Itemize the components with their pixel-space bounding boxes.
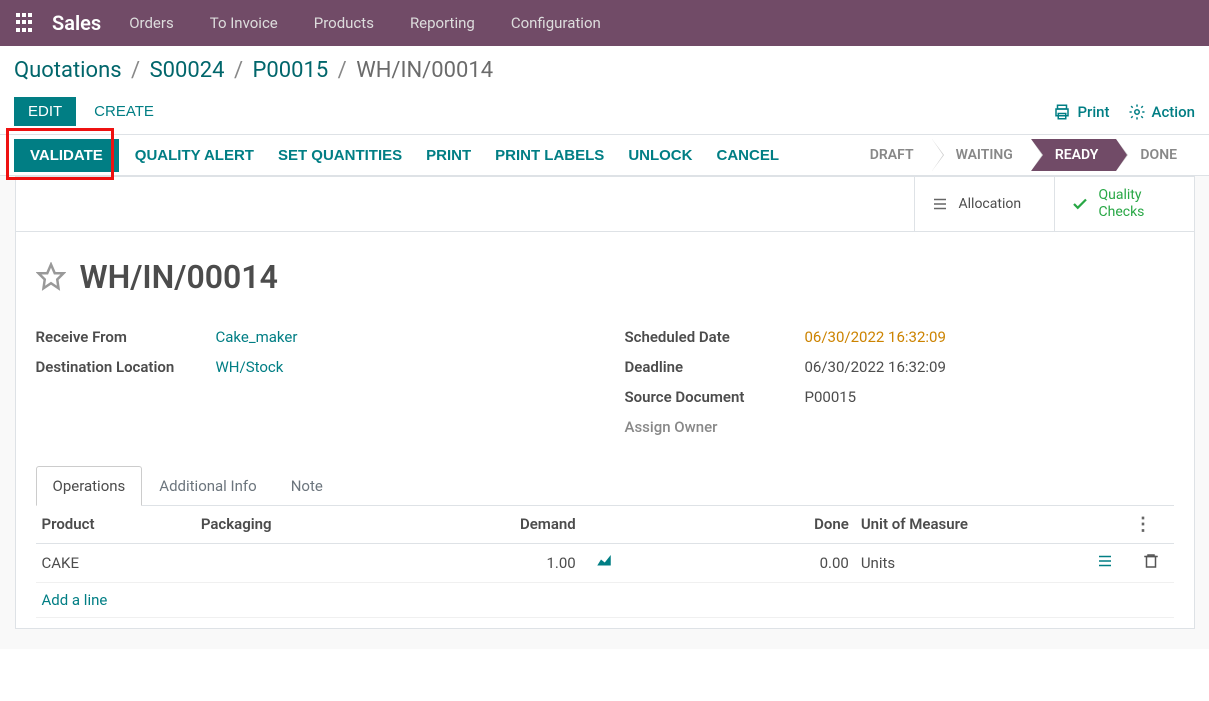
crumb-s00024[interactable]: S00024 (150, 58, 225, 83)
col-chart-spacer (582, 506, 628, 544)
stat-buttons: Allocation Quality Checks (16, 177, 1194, 232)
crumb-p00015[interactable]: P00015 (253, 58, 329, 83)
forecast-button[interactable] (582, 543, 628, 582)
create-button[interactable]: CREATE (80, 97, 168, 126)
gear-icon (1128, 103, 1146, 121)
title-row: WH/IN/00014 (36, 258, 1174, 296)
receive-from-value[interactable]: Cake_maker (216, 328, 298, 346)
cell-demand: 1.00 (445, 543, 582, 582)
receive-from-label: Receive From (36, 328, 216, 346)
destination-label: Destination Location (36, 358, 216, 376)
destination-value[interactable]: WH/Stock (216, 358, 284, 376)
tab-note[interactable]: Note (274, 466, 340, 505)
kebab-icon: ⋮ (1134, 514, 1152, 535)
list-icon (931, 195, 949, 213)
detail-list-icon (1096, 552, 1114, 570)
col-kebab[interactable]: ⋮ (1128, 506, 1174, 544)
col-uom: Unit of Measure (855, 506, 1083, 544)
toolbar: EDIT CREATE Print Action (14, 97, 1195, 126)
nav-reporting[interactable]: Reporting (410, 14, 475, 32)
status-bar: VALIDATE QUALITY ALERT SET QUANTITIES PR… (0, 134, 1209, 176)
cell-packaging (195, 543, 445, 582)
col-demand: Demand (445, 506, 582, 544)
tab-additional-info[interactable]: Additional Info (142, 466, 273, 505)
unlock-button[interactable]: UNLOCK (616, 135, 704, 175)
deadline-label: Deadline (625, 358, 805, 376)
scheduled-date-value: 06/30/2022 16:32:09 (805, 328, 946, 346)
breadcrumb: Quotations / S00024 / P00015 / WH/IN/000… (14, 58, 1195, 83)
star-icon[interactable] (36, 262, 66, 292)
print-action[interactable]: Print (1053, 103, 1109, 121)
cancel-button[interactable]: CANCEL (704, 135, 791, 175)
crumb-quotations[interactable]: Quotations (14, 58, 122, 83)
scheduled-date-label: Scheduled Date (625, 328, 805, 346)
cell-product: CAKE (36, 543, 195, 582)
print-labels-button[interactable]: PRINT LABELS (483, 135, 616, 175)
crumb-current: WH/IN/00014 (356, 58, 493, 83)
add-line-link[interactable]: Add a line (36, 582, 1174, 617)
source-doc-label: Source Document (625, 388, 805, 406)
doc-title: WH/IN/00014 (80, 258, 278, 296)
sheet-wrap: Allocation Quality Checks WH/IN/00014 Re… (0, 176, 1209, 649)
quality-checks-stat-button[interactable]: Quality Checks (1054, 177, 1194, 231)
check-icon (1071, 195, 1089, 213)
status-stages: DRAFT WAITING READY DONE (846, 135, 1195, 175)
print-button[interactable]: PRINT (414, 135, 483, 175)
trash-icon (1142, 552, 1160, 570)
print-icon (1053, 103, 1071, 121)
edit-button[interactable]: EDIT (14, 97, 76, 126)
assign-owner-label: Assign Owner (625, 418, 805, 436)
tab-operations[interactable]: Operations (36, 466, 143, 506)
operations-table: Product Packaging Demand Done Unit of Me… (36, 506, 1174, 618)
cell-done: 0.00 (627, 543, 855, 582)
top-nav: Sales Orders To Invoice Products Reporti… (0, 0, 1209, 46)
quality-checks-label: Quality Checks (1099, 187, 1169, 221)
control-row: Quotations / S00024 / P00015 / WH/IN/000… (0, 46, 1209, 126)
form-sheet: Allocation Quality Checks WH/IN/00014 Re… (15, 176, 1195, 629)
action-label: Action (1152, 103, 1195, 121)
source-doc-value: P00015 (805, 388, 857, 406)
detail-button[interactable] (1082, 543, 1128, 582)
nav-to-invoice[interactable]: To Invoice (210, 14, 278, 32)
allocation-label: Allocation (959, 196, 1022, 212)
allocation-stat-button[interactable]: Allocation (914, 177, 1054, 231)
deadline-value: 06/30/2022 16:32:09 (805, 358, 946, 376)
apps-icon[interactable] (16, 13, 36, 33)
delete-row-button[interactable] (1128, 543, 1174, 582)
col-detail (1082, 506, 1128, 544)
col-product: Product (36, 506, 195, 544)
nav-configuration[interactable]: Configuration (511, 14, 601, 32)
col-packaging: Packaging (195, 506, 445, 544)
brand-title[interactable]: Sales (52, 11, 101, 35)
action-dropdown[interactable]: Action (1128, 103, 1195, 121)
field-grid: Receive From Cake_maker Destination Loca… (36, 322, 1174, 442)
tab-bar: Operations Additional Info Note (36, 466, 1174, 506)
nav-orders[interactable]: Orders (129, 14, 174, 32)
validate-button[interactable]: VALIDATE (14, 139, 119, 172)
nav-products[interactable]: Products (314, 14, 374, 32)
add-line-row[interactable]: Add a line (36, 582, 1174, 617)
stage-draft[interactable]: DRAFT (846, 139, 932, 171)
table-row[interactable]: CAKE 1.00 0.00 Units (36, 543, 1174, 582)
cell-uom: Units (855, 543, 1083, 582)
print-label: Print (1077, 103, 1109, 121)
quality-alert-button[interactable]: QUALITY ALERT (123, 135, 266, 175)
stage-ready[interactable]: READY (1031, 139, 1117, 171)
col-done: Done (627, 506, 855, 544)
set-quantities-button[interactable]: SET QUANTITIES (266, 135, 414, 175)
stage-waiting[interactable]: WAITING (932, 139, 1031, 171)
area-chart-icon (595, 552, 613, 570)
